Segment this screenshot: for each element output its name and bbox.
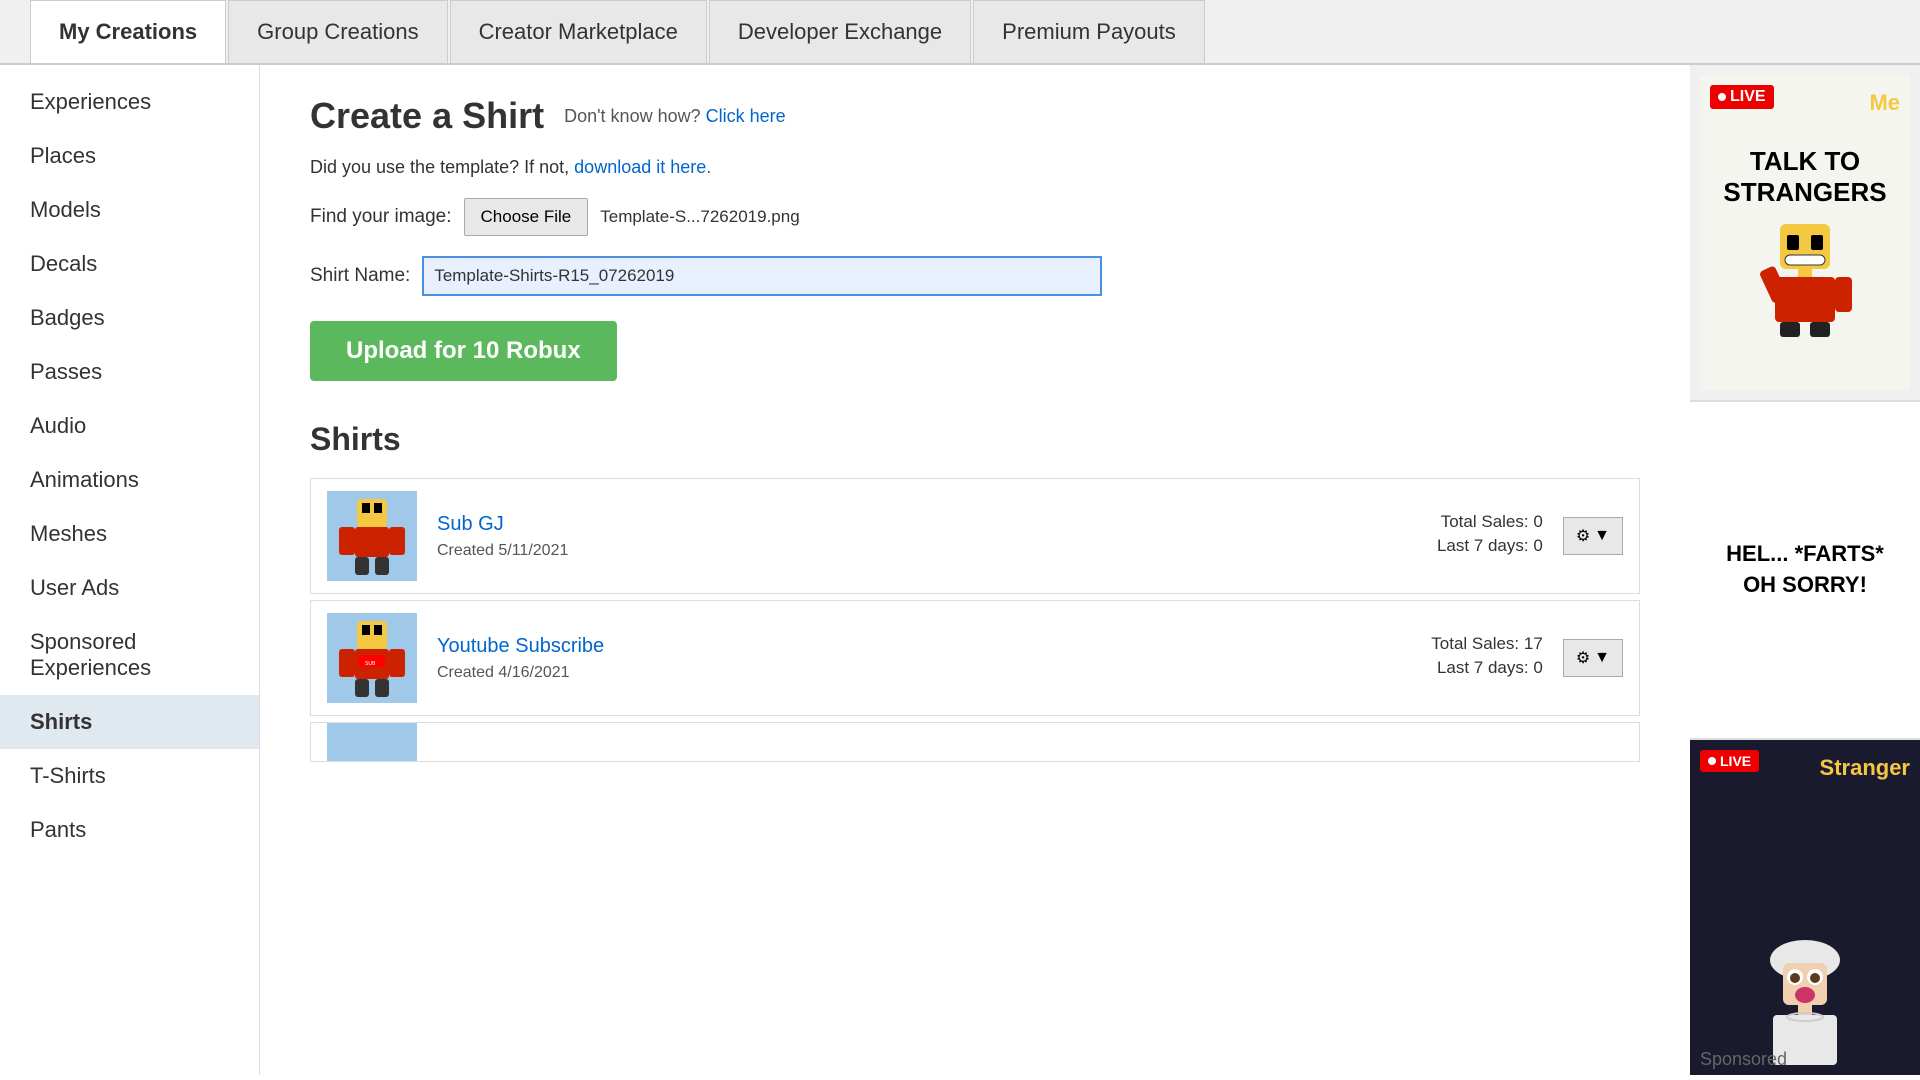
ad-farts-text: HEL... *FARTS* OH SORRY! bbox=[1726, 539, 1884, 601]
shirt-item: Sub GJ Created 5/11/2021 Total Sales: 0 … bbox=[310, 478, 1640, 594]
sidebar-item-shirts[interactable]: Shirts bbox=[0, 695, 259, 749]
sidebar-item-decals[interactable]: Decals bbox=[0, 237, 259, 291]
ad-panel-1: LIVE Me TALK TOSTRANGERS bbox=[1690, 65, 1920, 402]
shirt-name-row: Shirt Name: bbox=[310, 256, 1640, 296]
shirt-name-link-2[interactable]: Youtube Subscribe bbox=[437, 635, 1431, 658]
shirt-thumbnail-3 bbox=[327, 722, 417, 762]
sidebar-item-pants[interactable]: Pants bbox=[0, 803, 259, 857]
sidebar-item-experiences[interactable]: Experiences bbox=[0, 75, 259, 129]
tab-my-creations[interactable]: My Creations bbox=[30, 0, 226, 63]
live-badge-1: LIVE bbox=[1710, 85, 1774, 109]
live-label-3: LIVE bbox=[1720, 753, 1751, 769]
right-sidebar: LIVE Me TALK TOSTRANGERS bbox=[1690, 65, 1920, 1075]
sidebar-item-audio[interactable]: Audio bbox=[0, 399, 259, 453]
total-sales-2: Total Sales: 17 bbox=[1431, 634, 1543, 654]
shirts-heading: Shirts bbox=[310, 421, 1640, 458]
shirt-info-2: Youtube Subscribe Created 4/16/2021 bbox=[437, 635, 1431, 682]
main-content: Create a Shirt Don't know how? Click her… bbox=[260, 65, 1690, 1075]
live-dot-1 bbox=[1718, 93, 1726, 101]
sidebar-item-places[interactable]: Places bbox=[0, 129, 259, 183]
shirt-thumbnail-1 bbox=[327, 491, 417, 581]
shirt-name-link-1[interactable]: Sub GJ bbox=[437, 513, 1437, 536]
sponsored-text: Sponsored bbox=[1700, 1049, 1787, 1070]
last-7-days-1: Last 7 days: 0 bbox=[1437, 536, 1543, 556]
file-name-display: Template-S...7262019.png bbox=[600, 207, 799, 227]
shirt-item-3 bbox=[310, 722, 1640, 762]
sidebar-item-user-ads[interactable]: User Ads bbox=[0, 561, 259, 615]
ad-talk-title: TALK TOSTRANGERS bbox=[1723, 146, 1886, 208]
sidebar-item-passes[interactable]: Passes bbox=[0, 345, 259, 399]
ad-farts-line2: OH SORRY! bbox=[1726, 570, 1884, 601]
gear-icon: ⚙ bbox=[1576, 526, 1590, 546]
last-7-days-2: Last 7 days: 0 bbox=[1431, 658, 1543, 678]
tab-premium-payouts[interactable]: Premium Payouts bbox=[973, 0, 1205, 63]
shirt-thumbnail-2: SUB bbox=[327, 613, 417, 703]
ad-panel-2: HEL... *FARTS* OH SORRY! bbox=[1690, 402, 1920, 739]
ad-talk-to-strangers: LIVE Me TALK TOSTRANGERS bbox=[1700, 75, 1910, 390]
sidebar-item-models[interactable]: Models bbox=[0, 183, 259, 237]
shirt-actions-2: ⚙ ▼ bbox=[1563, 639, 1623, 677]
shirt-actions-1: ⚙ ▼ bbox=[1563, 517, 1623, 555]
tab-group-creations[interactable]: Group Creations bbox=[228, 0, 447, 63]
shirt-created-2: Created 4/16/2021 bbox=[437, 664, 570, 681]
sidebar-item-badges[interactable]: Badges bbox=[0, 291, 259, 345]
main-layout: Experiences Places Models Decals Badges … bbox=[0, 65, 1920, 1075]
dropdown-arrow-icon-2: ▼ bbox=[1594, 649, 1610, 667]
shirt-created-1: Created 5/11/2021 bbox=[437, 542, 568, 559]
svg-text:SUB: SUB bbox=[365, 661, 376, 667]
sidebar: Experiences Places Models Decals Badges … bbox=[0, 65, 260, 1075]
tab-developer-exchange[interactable]: Developer Exchange bbox=[709, 0, 971, 63]
live-label-1: LIVE bbox=[1730, 88, 1766, 106]
choose-file-button[interactable]: Choose File bbox=[464, 198, 589, 236]
shirt-info-1: Sub GJ Created 5/11/2021 bbox=[437, 513, 1437, 560]
top-nav: My Creations Group Creations Creator Mar… bbox=[0, 0, 1920, 65]
dropdown-arrow-icon: ▼ bbox=[1594, 527, 1610, 545]
ad-farts: HEL... *FARTS* OH SORRY! bbox=[1700, 412, 1910, 727]
upload-button[interactable]: Upload for 10 Robux bbox=[310, 321, 617, 381]
tab-creator-marketplace[interactable]: Creator Marketplace bbox=[450, 0, 707, 63]
live-badge-3: LIVE bbox=[1700, 750, 1759, 772]
ad-farts-line1: HEL... *FARTS* bbox=[1726, 539, 1884, 570]
stranger-label: Stranger bbox=[1820, 755, 1910, 781]
sidebar-item-sponsored-experiences[interactable]: Sponsored Experiences bbox=[0, 615, 259, 695]
me-label: Me bbox=[1869, 90, 1900, 116]
live-dot-3 bbox=[1708, 757, 1716, 765]
shirt-item-2: SUB Youtube Subscribe Created 4/16/2021 … bbox=[310, 600, 1640, 716]
sidebar-item-t-shirts[interactable]: T-Shirts bbox=[0, 749, 259, 803]
stranger-character bbox=[1755, 750, 1855, 1065]
shirt-action-button-1[interactable]: ⚙ ▼ bbox=[1563, 517, 1623, 555]
shirt-action-button-2[interactable]: ⚙ ▼ bbox=[1563, 639, 1623, 677]
ad-character-1 bbox=[1755, 219, 1855, 319]
gear-icon-2: ⚙ bbox=[1576, 648, 1590, 668]
total-sales-1: Total Sales: 0 bbox=[1437, 512, 1543, 532]
sidebar-item-meshes[interactable]: Meshes bbox=[0, 507, 259, 561]
create-shirt-header: Create a Shirt Don't know how? Click her… bbox=[310, 95, 1640, 137]
ad-panel-3: LIVE Stranger bbox=[1690, 740, 1920, 1075]
shirt-stats-1: Total Sales: 0 Last 7 days: 0 bbox=[1437, 512, 1543, 560]
click-here-link[interactable]: Click here bbox=[706, 106, 786, 126]
dont-know-text: Don't know how? Click here bbox=[564, 106, 786, 127]
sidebar-item-animations[interactable]: Animations bbox=[0, 453, 259, 507]
find-image-row: Find your image: Choose File Template-S.… bbox=[310, 198, 1640, 236]
shirt-name-label: Shirt Name: bbox=[310, 265, 410, 287]
shirt-name-input[interactable] bbox=[422, 256, 1102, 296]
find-image-label: Find your image: bbox=[310, 206, 452, 228]
template-notice: Did you use the template? If not, downlo… bbox=[310, 157, 1640, 178]
create-shirt-title: Create a Shirt bbox=[310, 95, 544, 137]
shirt-stats-2: Total Sales: 17 Last 7 days: 0 bbox=[1431, 634, 1543, 682]
download-link[interactable]: download it here. bbox=[574, 157, 711, 177]
